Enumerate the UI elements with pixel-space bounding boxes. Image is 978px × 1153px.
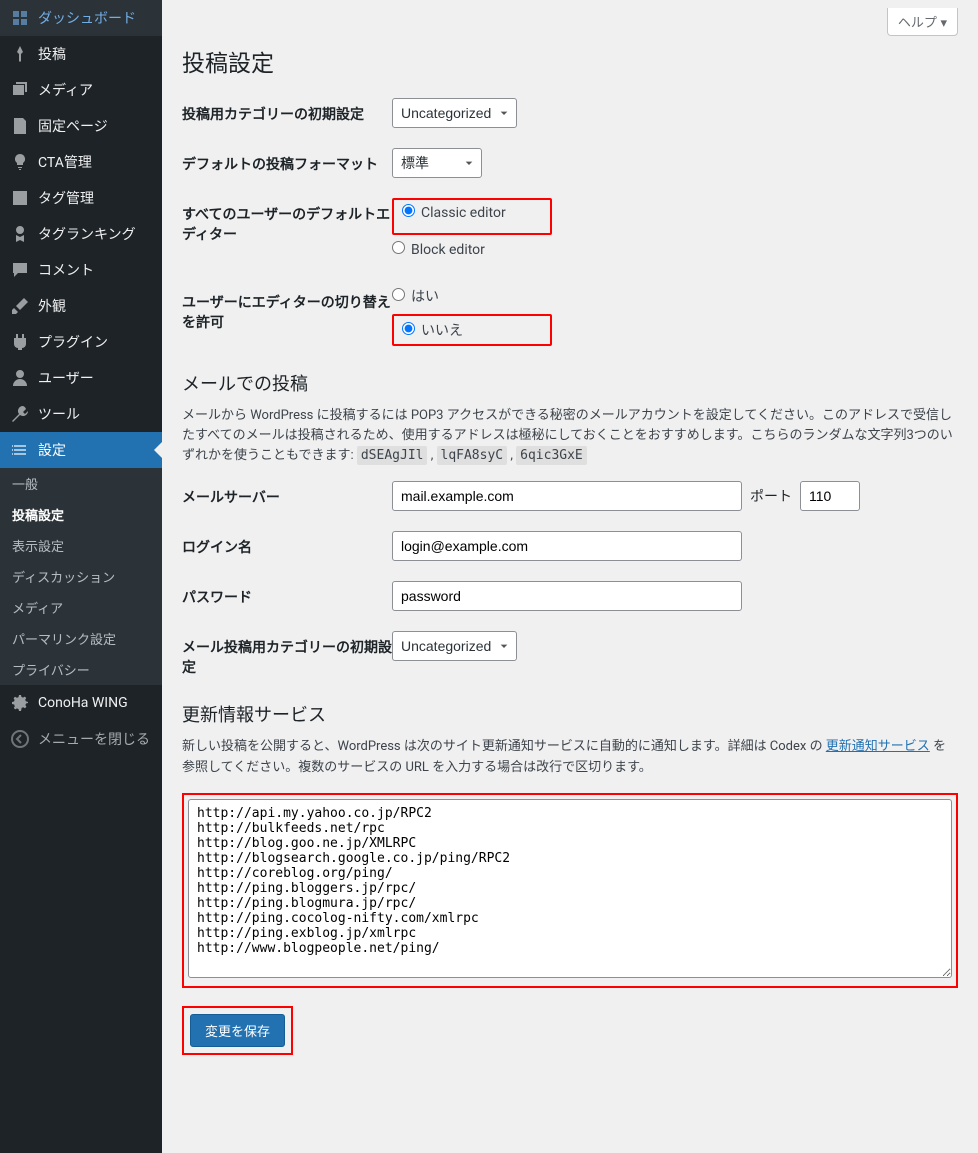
sidebar-item-conoha[interactable]: ConoHa WING xyxy=(0,685,162,721)
input-password[interactable] xyxy=(392,581,742,611)
settings-icon xyxy=(10,440,30,460)
sidebar-item-tag-ranking[interactable]: タグランキング xyxy=(0,216,162,252)
radio-classic-editor[interactable]: Classic editor xyxy=(402,204,542,221)
label-default-category: 投稿用カテゴリーの初期設定 xyxy=(182,98,392,124)
label-password: パスワード xyxy=(182,581,392,607)
sidebar-item-label: メニューを閉じる xyxy=(38,729,150,749)
sidebar-item-comments[interactable]: コメント xyxy=(0,252,162,288)
update-description: 新しい投稿を公開すると、WordPress は次のサイト更新通知サービスに自動的… xyxy=(182,737,958,777)
link-update-services[interactable]: 更新通知サービス xyxy=(826,739,930,754)
user-icon xyxy=(10,368,30,388)
mail-description: メールから WordPress に投稿するには POP3 アクセスができる秘密の… xyxy=(182,406,958,466)
sub-discussion[interactable]: ディスカッション xyxy=(0,561,162,592)
comment-icon xyxy=(10,260,30,280)
select-default-category[interactable]: Uncategorized xyxy=(392,98,517,128)
sub-general[interactable]: 一般 xyxy=(0,468,162,499)
sidebar-item-label: ツール xyxy=(38,404,80,424)
tag-icon xyxy=(10,188,30,208)
sidebar-item-cta[interactable]: CTA管理 xyxy=(0,144,162,180)
sidebar-item-label: タグランキング xyxy=(38,224,136,244)
sidebar-item-label: プラグイン xyxy=(38,332,108,352)
dashboard-icon xyxy=(10,8,30,28)
input-login[interactable] xyxy=(392,531,742,561)
radio-switch-yes[interactable]: はい xyxy=(392,286,958,306)
radio-block-editor[interactable]: Block editor xyxy=(392,241,958,258)
sub-media[interactable]: メディア xyxy=(0,592,162,623)
sidebar-item-label: 設定 xyxy=(38,440,66,460)
section-update-title: 更新情報サービス xyxy=(182,701,958,727)
radio-switch-no[interactable]: いいえ xyxy=(402,320,542,340)
select-mail-category[interactable]: Uncategorized xyxy=(392,631,517,661)
sidebar-item-label: 固定ページ xyxy=(38,116,108,136)
sidebar-item-label: タグ管理 xyxy=(38,188,94,208)
sidebar-item-settings[interactable]: 設定 xyxy=(0,432,162,468)
label-login: ログイン名 xyxy=(182,531,392,557)
sidebar-item-label: 投稿 xyxy=(38,44,66,64)
label-allow-switch: ユーザーにエディターの切り替えを許可 xyxy=(182,286,392,332)
page-title: 投稿設定 xyxy=(182,44,958,78)
pin-icon xyxy=(10,44,30,64)
sidebar-item-label: CTA管理 xyxy=(38,152,92,172)
plugin-icon xyxy=(10,332,30,352)
gear-icon xyxy=(10,693,30,713)
label-default-editor: すべてのユーザーのデフォルトエディター xyxy=(182,198,392,244)
sidebar-item-collapse[interactable]: メニューを閉じる xyxy=(0,721,162,757)
sidebar-item-pages[interactable]: 固定ページ xyxy=(0,108,162,144)
label-default-format: デフォルトの投稿フォーマット xyxy=(182,148,392,174)
input-port[interactable] xyxy=(800,481,860,511)
sidebar-item-label: ConoHa WING xyxy=(38,695,128,711)
select-default-format[interactable]: 標準 xyxy=(392,148,482,178)
sidebar-item-label: メディア xyxy=(38,80,93,100)
collapse-icon xyxy=(10,729,30,749)
sub-writing[interactable]: 投稿設定 xyxy=(0,499,162,530)
media-icon xyxy=(10,80,30,100)
label-port: ポート xyxy=(750,486,792,506)
sidebar-item-tools[interactable]: ツール xyxy=(0,396,162,432)
sidebar-item-dashboard[interactable]: ダッシュボード xyxy=(0,0,162,36)
sidebar-item-appearance[interactable]: 外観 xyxy=(0,288,162,324)
save-button[interactable]: 変更を保存 xyxy=(190,1014,285,1047)
sidebar-item-posts[interactable]: 投稿 xyxy=(0,36,162,72)
label-mail-server: メールサーバー xyxy=(182,481,392,507)
award-icon xyxy=(10,224,30,244)
sidebar-submenu: 一般 投稿設定 表示設定 ディスカッション メディア パーマリンク設定 プライバ… xyxy=(0,468,162,685)
sidebar-item-media[interactable]: メディア xyxy=(0,72,162,108)
sidebar-item-tags[interactable]: タグ管理 xyxy=(0,180,162,216)
section-mail-title: メールでの投稿 xyxy=(182,370,958,396)
textarea-ping-urls[interactable] xyxy=(188,799,952,978)
input-mail-server[interactable] xyxy=(392,481,742,511)
sidebar-item-label: コメント xyxy=(38,260,94,280)
admin-sidebar: ダッシュボード 投稿 メディア 固定ページ CTA管理 タグ管理 タグランキング… xyxy=(0,0,162,1153)
label-mail-category: メール投稿用カテゴリーの初期設定 xyxy=(182,631,392,677)
help-button[interactable]: ヘルプ ▾ xyxy=(887,8,958,36)
bulb-icon xyxy=(10,152,30,172)
sub-reading[interactable]: 表示設定 xyxy=(0,530,162,561)
sidebar-item-users[interactable]: ユーザー xyxy=(0,360,162,396)
sidebar-item-plugins[interactable]: プラグイン xyxy=(0,324,162,360)
page-icon xyxy=(10,116,30,136)
sidebar-item-label: 外観 xyxy=(38,296,66,316)
brush-icon xyxy=(10,296,30,316)
main-content: ヘルプ ▾ 投稿設定 投稿用カテゴリーの初期設定 Uncategorized デ… xyxy=(162,0,978,1153)
sidebar-item-label: ダッシュボード xyxy=(38,8,136,28)
sidebar-item-label: ユーザー xyxy=(38,368,94,388)
sub-privacy[interactable]: プライバシー xyxy=(0,654,162,685)
tool-icon xyxy=(10,404,30,424)
sub-permalink[interactable]: パーマリンク設定 xyxy=(0,623,162,654)
